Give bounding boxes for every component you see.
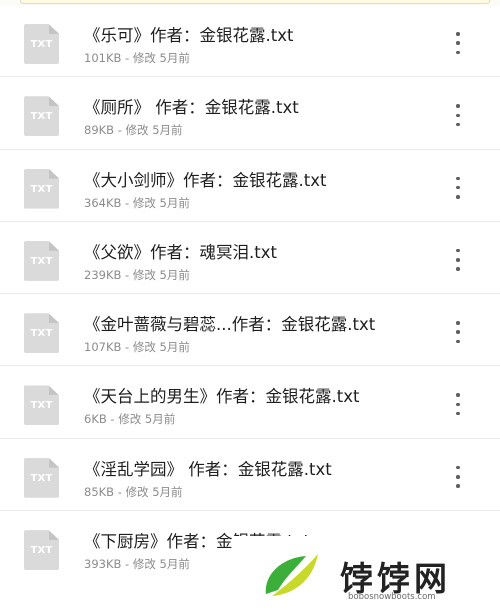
file-modified: 修改 5月前 bbox=[132, 51, 190, 65]
file-meta: 6KB - 修改 5月前 bbox=[84, 411, 175, 427]
file-row[interactable]: TXT 《父欲》作者：魂冥泪.txt 239KB - 修改 5月前 bbox=[0, 222, 500, 295]
txt-file-icon: TXT bbox=[24, 168, 59, 209]
meta-separator: - bbox=[121, 51, 133, 65]
file-row[interactable]: TXT 《厕所》 作者：金银花露.txt 89KB - 修改 5月前 bbox=[0, 77, 500, 150]
file-type-label: TXT bbox=[30, 400, 53, 412]
meta-separator: - bbox=[121, 195, 133, 210]
more-options-icon[interactable] bbox=[450, 248, 466, 271]
watermark-url: bobosnowboots.com bbox=[348, 592, 436, 602]
file-meta: 393KB - 修改 5月前 bbox=[84, 556, 190, 572]
meta-separator: - bbox=[114, 123, 126, 138]
file-type-label: TXT bbox=[30, 472, 53, 484]
file-meta: 101KB - 修改 5月前 bbox=[84, 50, 190, 66]
file-size: 85KB bbox=[84, 484, 115, 499]
file-row[interactable]: TXT 《大小剑师》作者：金银花露.txt 364KB - 修改 5月前 bbox=[0, 150, 500, 222]
file-name: 《父欲》作者：魂冥泪.txt bbox=[84, 242, 277, 262]
file-modified: 修改 5月前 bbox=[132, 557, 190, 572]
file-type-label: TXT bbox=[30, 328, 53, 340]
txt-file-icon: TXT bbox=[24, 240, 59, 281]
file-row[interactable]: TXT 《乐可》作者：金银花露.txt 101KB - 修改 5月前 bbox=[0, 5, 500, 78]
file-name: 《金叶蔷薇与碧蕊...作者：金银花露.txt bbox=[84, 315, 376, 335]
txt-file-icon: TXT bbox=[24, 24, 59, 64]
txt-file-icon: TXT bbox=[24, 385, 59, 426]
brand-logo-icon bbox=[265, 554, 318, 596]
more-options-icon[interactable] bbox=[450, 321, 466, 344]
file-modified: 修改 5月前 bbox=[125, 484, 183, 499]
more-options-icon[interactable] bbox=[450, 176, 466, 199]
file-size: 239KB bbox=[84, 267, 122, 282]
more-options-icon[interactable] bbox=[450, 465, 466, 488]
file-type-label: TXT bbox=[30, 183, 53, 195]
file-size: 393KB bbox=[84, 557, 122, 572]
file-name: 《厕所》 作者：金银花露.txt bbox=[84, 98, 299, 118]
file-type-label: TXT bbox=[30, 255, 53, 267]
file-size: 364KB bbox=[84, 195, 122, 210]
txt-file-icon: TXT bbox=[24, 457, 59, 498]
file-name: 《淫乱学园》 作者：金银花露.txt bbox=[84, 459, 332, 479]
file-modified: 修改 5月前 bbox=[132, 267, 190, 282]
file-modified: 修改 5月前 bbox=[132, 340, 190, 355]
file-meta: 107KB - 修改 5月前 bbox=[84, 339, 190, 355]
meta-separator: - bbox=[106, 412, 119, 427]
file-modified: 修改 5月前 bbox=[132, 195, 190, 210]
file-meta: 89KB - 修改 5月前 bbox=[84, 122, 183, 138]
file-type-label: TXT bbox=[30, 39, 53, 50]
file-name: 《大小剑师》作者：金银花露.txt bbox=[84, 170, 327, 190]
file-meta: 85KB - 修改 5月前 bbox=[84, 484, 183, 500]
more-options-icon[interactable] bbox=[450, 32, 466, 54]
file-meta: 364KB - 修改 5月前 bbox=[84, 195, 190, 211]
more-options-icon[interactable] bbox=[450, 104, 466, 127]
file-name: 《乐可》作者：金银花露.txt bbox=[84, 26, 294, 45]
more-options-icon[interactable] bbox=[450, 393, 466, 416]
file-row[interactable]: TXT 《淫乱学园》 作者：金银花露.txt 85KB - 修改 5月前 bbox=[0, 439, 500, 512]
active-tab-indicator bbox=[20, 0, 490, 4]
meta-separator: - bbox=[114, 484, 126, 499]
meta-separator: - bbox=[121, 267, 133, 282]
txt-file-icon: TXT bbox=[24, 313, 59, 354]
file-size: 6KB bbox=[84, 412, 107, 427]
txt-file-icon: TXT bbox=[24, 96, 59, 137]
txt-file-icon: TXT bbox=[24, 530, 59, 571]
file-modified: 修改 5月前 bbox=[118, 412, 176, 427]
file-size: 107KB bbox=[84, 340, 122, 355]
file-row[interactable]: TXT 《金叶蔷薇与碧蕊...作者：金银花露.txt 107KB - 修改 5月… bbox=[0, 294, 500, 367]
site-watermark: 饽饽网 bobosnowboots.com bbox=[232, 536, 500, 614]
file-type-label: TXT bbox=[30, 111, 53, 123]
file-size: 89KB bbox=[84, 123, 115, 138]
file-list: TXT 《乐可》作者：金银花露.txt 101KB - 修改 5月前 TXT 《… bbox=[0, 5, 500, 583]
file-name: 《天台上的男生》作者：金银花露.txt bbox=[84, 387, 360, 407]
file-meta: 239KB - 修改 5月前 bbox=[84, 267, 190, 283]
file-type-label: TXT bbox=[30, 545, 53, 557]
file-size: 101KB bbox=[84, 51, 122, 65]
file-row[interactable]: TXT 《天台上的男生》作者：金银花露.txt 6KB - 修改 5月前 bbox=[0, 366, 500, 439]
meta-separator: - bbox=[121, 340, 133, 355]
meta-separator: - bbox=[121, 557, 133, 572]
file-modified: 修改 5月前 bbox=[125, 123, 183, 138]
